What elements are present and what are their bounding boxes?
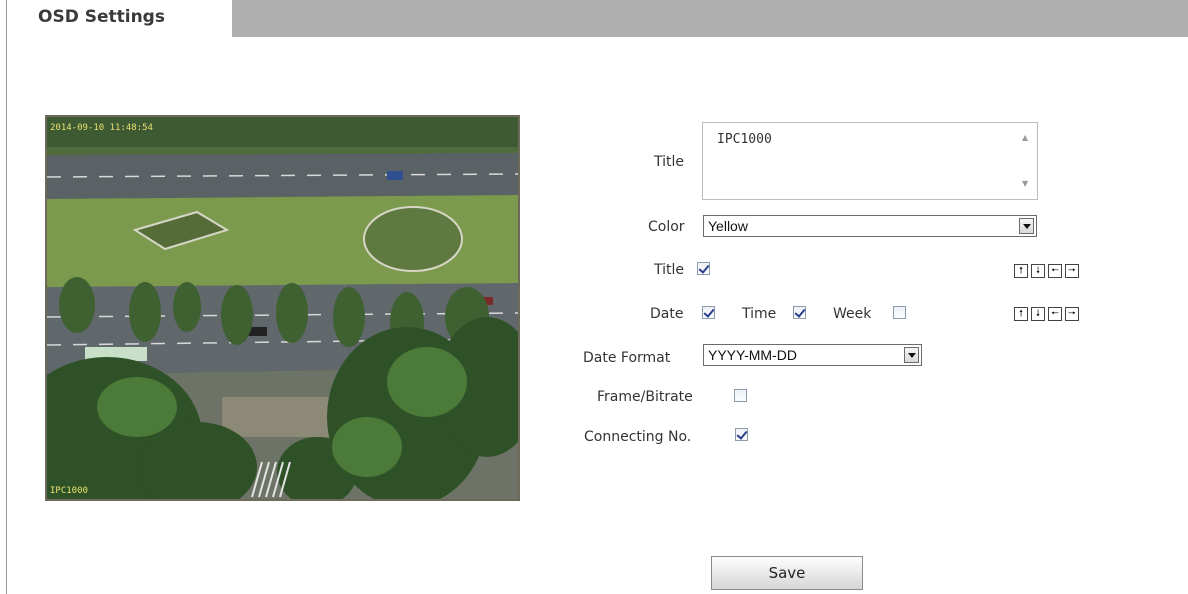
color-select-value: Yellow [708, 218, 748, 234]
week-label: Week [833, 306, 872, 322]
date-format-select[interactable]: YYYY-MM-DD [703, 344, 922, 366]
camera-preview: 2014-09-10 11:48:54 IPC1000 [45, 115, 520, 501]
time-label: Time [742, 306, 777, 322]
week-checkbox[interactable] [893, 306, 906, 319]
preview-scene: 2014-09-10 11:48:54 IPC1000 [47, 117, 518, 499]
title-move-down-icon[interactable]: 🠗 [1031, 264, 1045, 278]
date-format-label: Date Format [583, 350, 671, 366]
chevron-down-icon[interactable] [1019, 218, 1034, 234]
date-move-left-icon[interactable]: 🠔 [1048, 307, 1062, 321]
title-move-right-icon[interactable]: 🠖 [1065, 264, 1079, 278]
save-button[interactable]: Save [711, 556, 863, 590]
connecting-no-checkbox[interactable] [735, 428, 748, 441]
tab-bar-background [232, 0, 1188, 37]
left-border [6, 0, 7, 594]
date-move-up-icon[interactable]: 🠕 [1014, 307, 1028, 321]
title-move-up-icon[interactable]: 🠕 [1014, 264, 1028, 278]
connecting-no-label: Connecting No. [584, 429, 692, 445]
date-move-down-icon[interactable]: 🠗 [1031, 307, 1045, 321]
date-format-value: YYYY-MM-DD [708, 347, 797, 363]
overlay-datetime: 2014-09-10 11:48:54 [50, 123, 153, 133]
chevron-down-icon[interactable] [904, 347, 919, 363]
title-move-left-icon[interactable]: 🠔 [1048, 264, 1062, 278]
title-show-checkbox[interactable] [697, 262, 710, 275]
tab-osd-settings[interactable]: OSD Settings [38, 7, 165, 27]
title-show-label: Title [654, 262, 685, 278]
overlay-title: IPC1000 [50, 486, 88, 496]
scroll-down-icon[interactable]: ▼ [1022, 179, 1028, 188]
frame-bitrate-checkbox[interactable] [734, 389, 747, 402]
car-blue [387, 171, 403, 180]
textarea-scrollbar[interactable]: ▲ ▼ [1017, 123, 1037, 199]
title-position-arrows: 🠕 🠗 🠔 🠖 [1014, 264, 1079, 278]
date-position-arrows: 🠕 🠗 🠔 🠖 [1014, 307, 1079, 321]
title-textarea[interactable]: IPC1000 [702, 122, 1038, 200]
frame-bitrate-label: Frame/Bitrate [597, 389, 693, 405]
color-select[interactable]: Yellow [703, 215, 1037, 237]
date-move-right-icon[interactable]: 🠖 [1065, 307, 1079, 321]
color-label: Color [648, 219, 685, 235]
date-checkbox[interactable] [702, 306, 715, 319]
time-checkbox[interactable] [793, 306, 806, 319]
scroll-up-icon[interactable]: ▲ [1022, 133, 1028, 142]
title-label: Title [654, 154, 685, 170]
date-label: Date [650, 306, 684, 322]
